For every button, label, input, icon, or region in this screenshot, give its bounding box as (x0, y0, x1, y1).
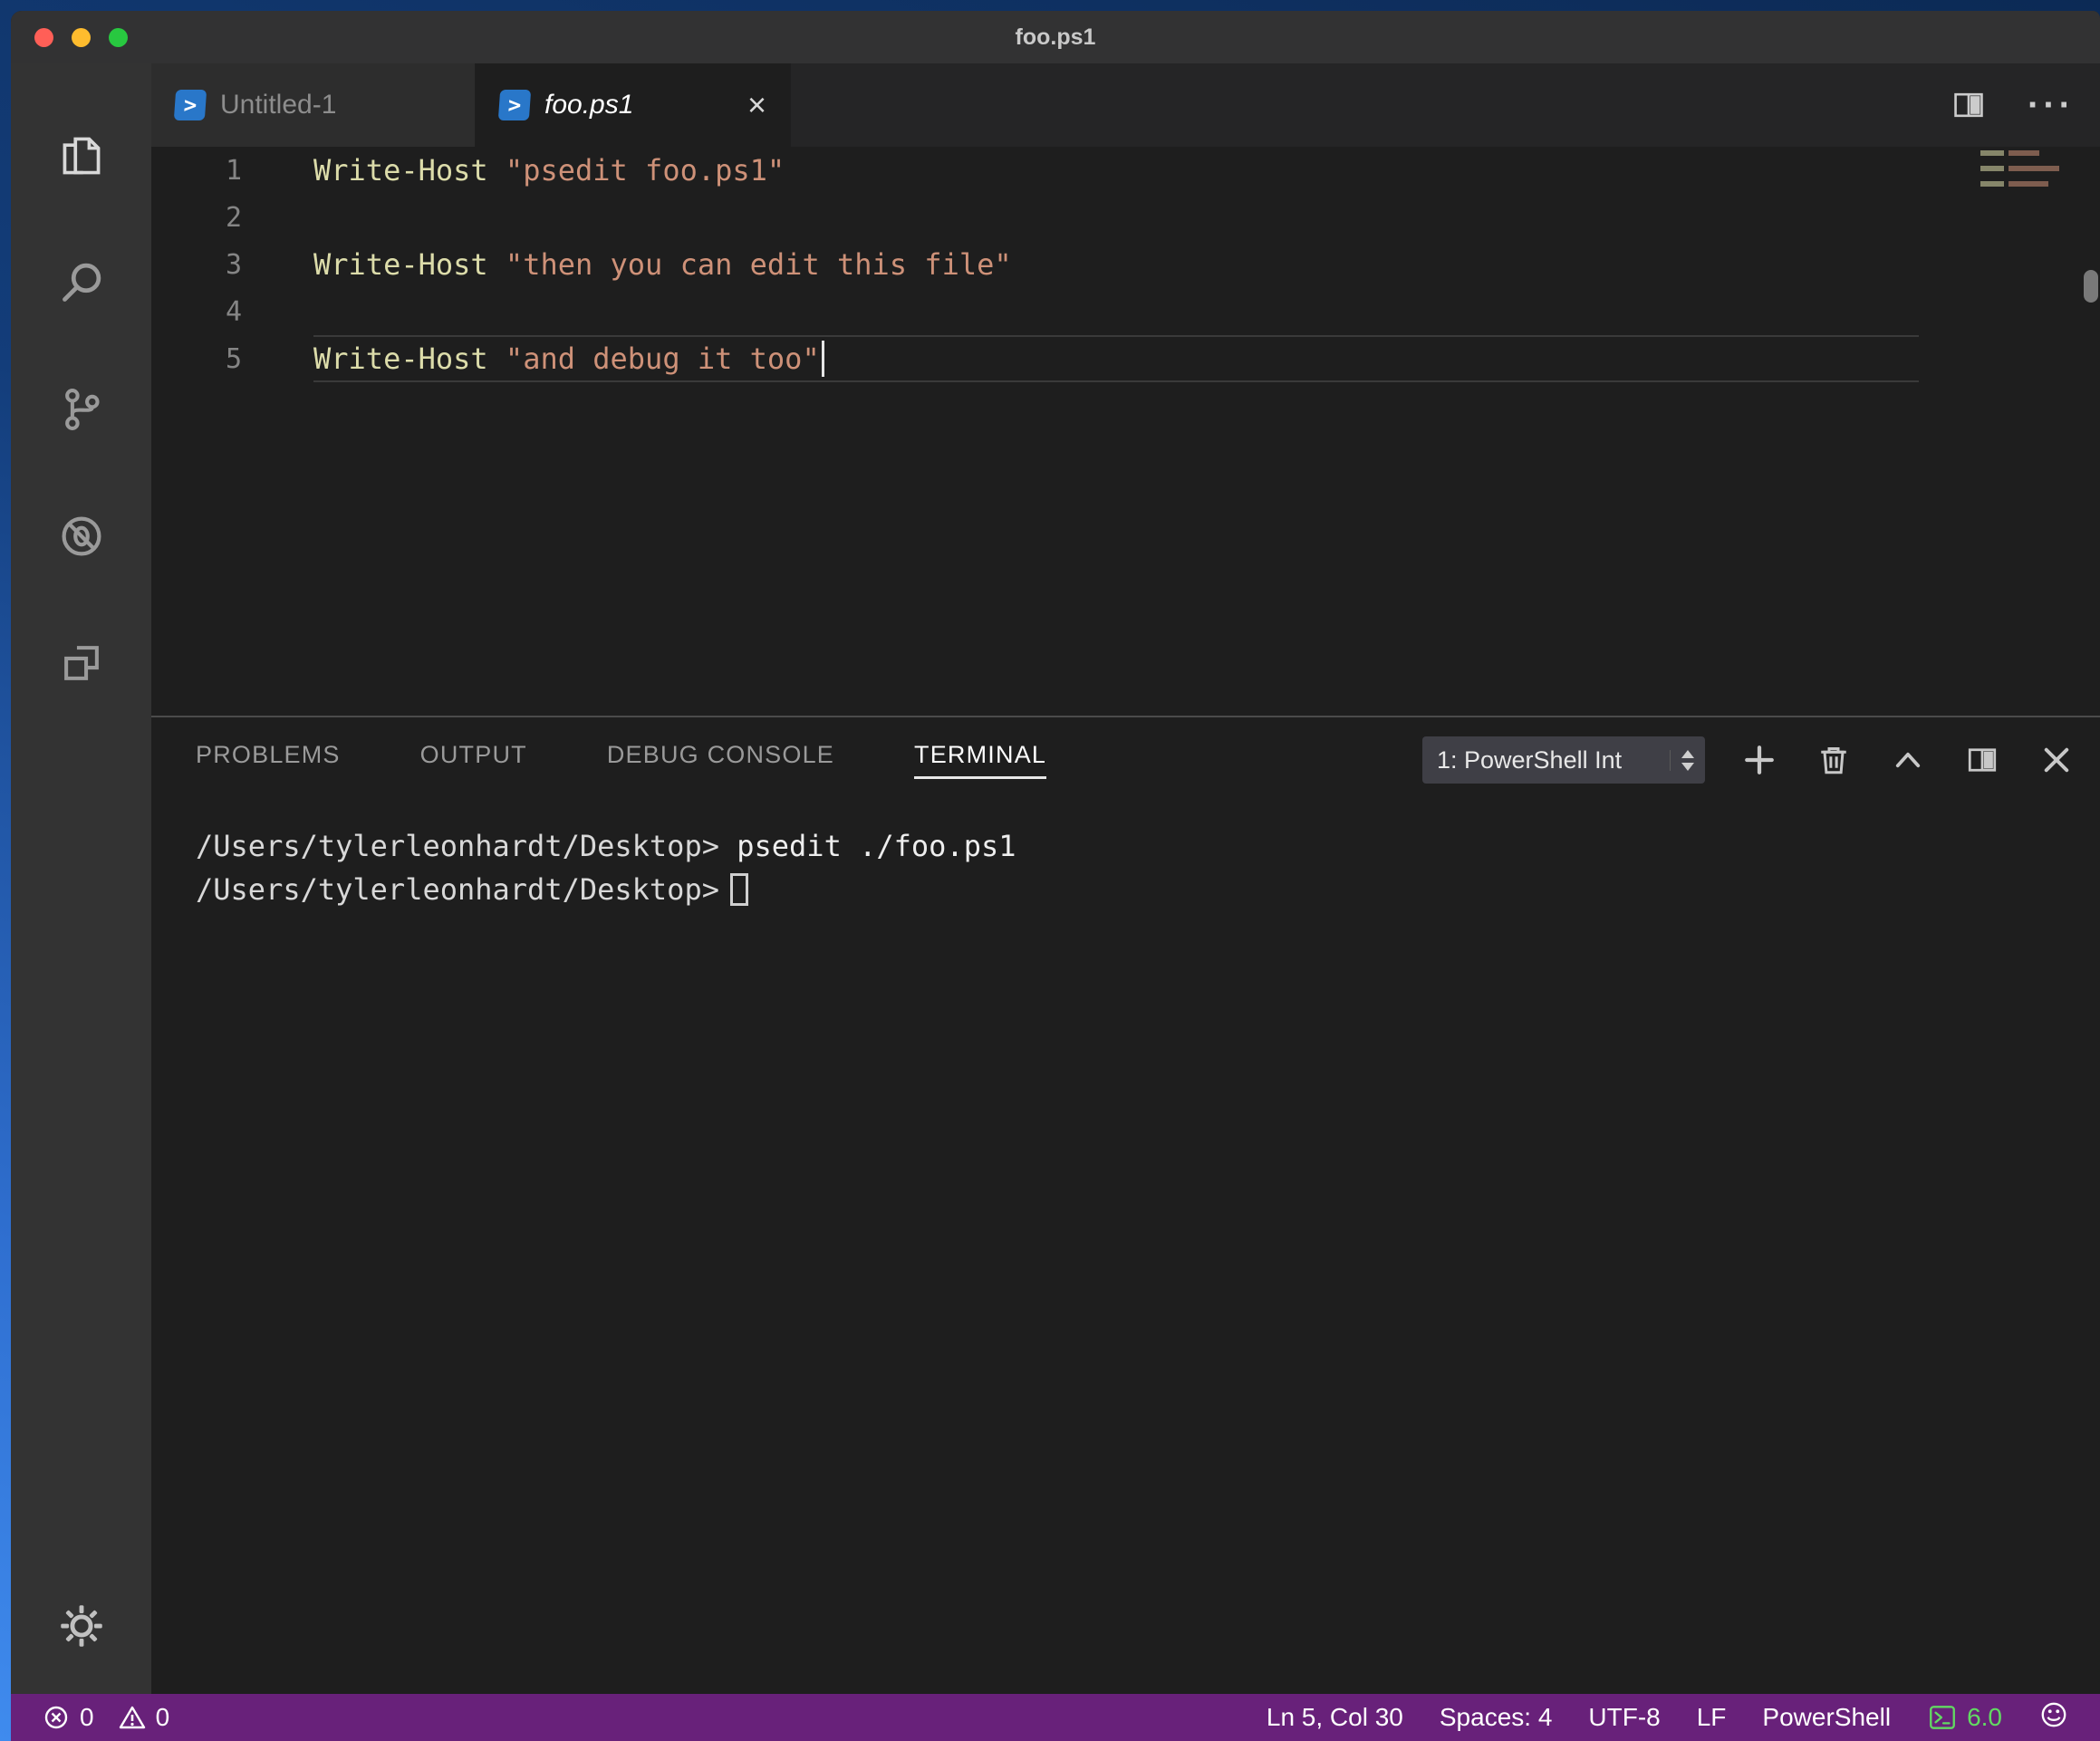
tab-terminal[interactable]: TERMINAL (914, 741, 1047, 779)
error-count: 0 (80, 1703, 94, 1731)
terminal-line: /Users/tylerleonhardt/Desktop> (196, 868, 2100, 911)
terminal-output[interactable]: /Users/tylerleonhardt/Desktop> psedit ./… (151, 803, 2100, 1694)
encoding[interactable]: UTF-8 (1588, 1703, 1660, 1732)
extensions-icon[interactable] (11, 600, 151, 726)
terminal-cursor (729, 873, 748, 906)
editor-line[interactable]: 4 (151, 288, 2100, 335)
activity-bar (11, 63, 151, 1694)
code-token-command: Write-Host (313, 341, 488, 376)
smiley-feedback-icon[interactable] (2038, 1699, 2069, 1736)
debug-icon[interactable] (11, 473, 151, 600)
tab-problems[interactable]: PROBLEMS (196, 741, 341, 779)
line-number: 4 (225, 295, 242, 328)
tab-output[interactable]: OUTPUT (420, 741, 527, 779)
problems-status[interactable]: 0 (42, 1703, 94, 1732)
code-token-command: Write-Host (313, 153, 488, 188)
explorer-icon[interactable] (11, 92, 151, 219)
editor-line[interactable]: 5 Write-Host "and debug it too" (151, 335, 2100, 382)
tab-label: Untitled-1 (220, 90, 337, 120)
split-terminal-icon[interactable] (1964, 742, 2000, 778)
editor-line[interactable]: 1 Write-Host "psedit foo.ps1" (151, 147, 2100, 194)
code-token-string: "then you can edit this file" (487, 247, 1012, 282)
terminal-instance-select[interactable]: 1: PowerShell Int (1422, 736, 1705, 784)
terminal-line: /Users/tylerleonhardt/Desktop> psedit ./… (196, 824, 2100, 868)
text-cursor (821, 341, 824, 377)
editor-tab-bar: > Untitled-1 > foo.ps1 × ··· (151, 63, 2100, 147)
powershell-file-icon: > (497, 90, 532, 120)
tab-debug-console[interactable]: DEBUG CONSOLE (607, 741, 834, 779)
code-token-string: "and debug it too" (487, 341, 820, 376)
cursor-position[interactable]: Ln 5, Col 30 (1267, 1703, 1403, 1732)
warnings-status[interactable]: 0 (118, 1703, 170, 1732)
line-number: 2 (225, 201, 242, 234)
settings-gear-icon[interactable] (11, 1558, 151, 1694)
maximize-panel-icon[interactable] (1890, 742, 1926, 778)
powershell-file-icon: > (173, 90, 207, 120)
editor-line[interactable]: 2 (151, 194, 2100, 241)
tab-foo-ps1[interactable]: > foo.ps1 × (476, 63, 791, 147)
split-editor-icon[interactable] (1950, 86, 1988, 124)
tab-label: foo.ps1 (544, 90, 634, 120)
terminal-prompt: /Users/tylerleonhardt/Desktop> (196, 829, 719, 863)
close-tab-icon[interactable]: × (726, 89, 766, 121)
code-editor[interactable]: 1 Write-Host "psedit foo.ps1" 2 3 Write-… (151, 147, 2100, 716)
eol-sequence[interactable]: LF (1697, 1703, 1727, 1732)
line-number: 1 (225, 154, 242, 187)
panel-header: PROBLEMS OUTPUT DEBUG CONSOLE TERMINAL 1… (151, 717, 2100, 803)
zoom-window-button[interactable] (109, 27, 128, 47)
editor-line[interactable]: 3 Write-Host "then you can edit this fil… (151, 241, 2100, 288)
minimap[interactable] (1980, 150, 2067, 197)
powershell-version[interactable]: 6.0 (1927, 1702, 2002, 1733)
window-title: foo.ps1 (1015, 24, 1096, 50)
line-number: 5 (225, 342, 242, 375)
vscode-window: foo.ps1 > Untitled-1 > foo.ps1 × ··· 1 W… (11, 11, 2100, 1741)
powershell-version-number: 6.0 (1967, 1703, 2002, 1731)
editor-scrollbar[interactable] (2084, 270, 2098, 303)
terminal-instance-label: 1: PowerShell Int (1437, 745, 1623, 774)
select-arrows-icon (1670, 749, 1694, 771)
code-token-string: "psedit foo.ps1" (487, 153, 785, 188)
source-control-icon[interactable] (11, 346, 151, 473)
title-bar[interactable]: foo.ps1 (11, 11, 2100, 63)
more-actions-icon[interactable]: ··· (2028, 87, 2075, 123)
terminal-prompt: /Users/tylerleonhardt/Desktop> (196, 872, 719, 907)
search-icon[interactable] (11, 219, 151, 346)
close-window-button[interactable] (34, 27, 53, 47)
warning-count: 0 (155, 1703, 170, 1731)
minimize-window-button[interactable] (72, 27, 91, 47)
new-terminal-icon[interactable] (1741, 742, 1777, 778)
terminal-command: psedit ./foo.ps1 (718, 829, 1016, 863)
close-panel-icon[interactable] (2038, 742, 2075, 778)
bottom-panel: PROBLEMS OUTPUT DEBUG CONSOLE TERMINAL 1… (151, 716, 2100, 1694)
language-mode[interactable]: PowerShell (1762, 1703, 1891, 1732)
code-token-command: Write-Host (313, 247, 488, 282)
line-number: 3 (225, 248, 242, 281)
tab-untitled-1[interactable]: > Untitled-1 (151, 63, 476, 147)
kill-terminal-icon[interactable] (1816, 742, 1852, 778)
status-bar: 0 0 Ln 5, Col 30 Spaces: 4 UTF-8 LF Powe… (11, 1694, 2100, 1741)
indentation[interactable]: Spaces: 4 (1440, 1703, 1553, 1732)
window-controls (11, 27, 128, 47)
